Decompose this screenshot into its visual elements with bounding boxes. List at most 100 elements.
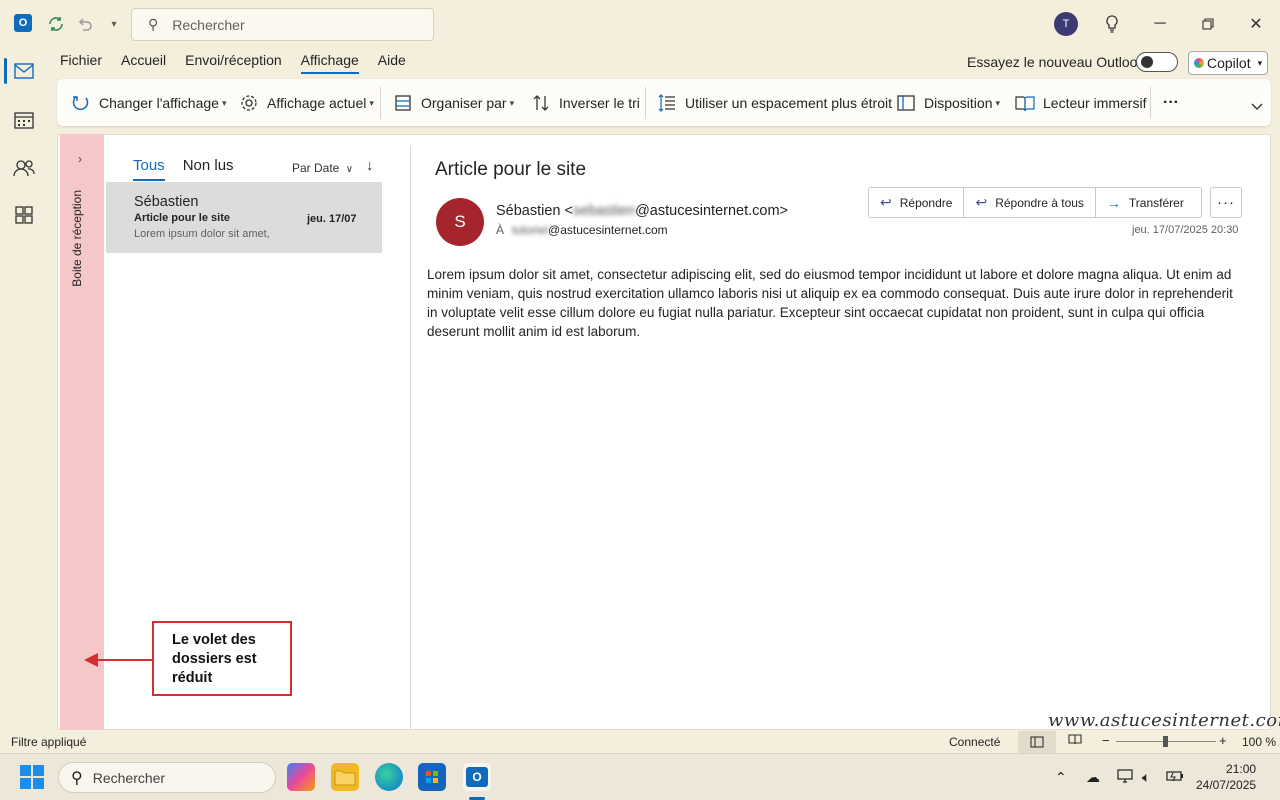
list-item[interactable]: Sébastien Article pour le site jeu. 17/0… xyxy=(106,182,382,253)
filter-status[interactable]: Filtre appliqué xyxy=(11,735,86,749)
edge-browser-icon[interactable] xyxy=(375,763,403,791)
reply-button[interactable]: ↩ Répondre xyxy=(869,188,965,217)
pane-divider[interactable] xyxy=(410,146,411,730)
forward-button[interactable]: → Transférer xyxy=(1096,188,1195,217)
undo-icon[interactable] xyxy=(73,12,97,36)
callout-line: Le volet des xyxy=(172,632,256,648)
current-view-button[interactable]: Affichage actuel ▾ xyxy=(239,91,374,115)
restore-button[interactable] xyxy=(1193,10,1223,38)
reply-all-button[interactable]: ↩ Répondre à tous xyxy=(964,188,1096,217)
file-explorer-icon[interactable] xyxy=(331,763,359,791)
reverse-sort-button[interactable]: Inverser le tri xyxy=(531,91,640,115)
people-icon[interactable] xyxy=(10,154,38,182)
immersive-reader-button[interactable]: Lecteur immersif xyxy=(1015,91,1146,115)
callout-arrow-head xyxy=(84,653,98,667)
more-actions-button[interactable]: ··· xyxy=(1210,187,1242,218)
sync-icon[interactable] xyxy=(44,12,68,36)
layout-button[interactable]: Disposition ▾ xyxy=(896,91,1000,115)
quick-access-dropdown-icon[interactable]: ▾ xyxy=(102,12,126,36)
change-view-button[interactable]: Changer l'affichage ▾ xyxy=(71,91,226,115)
windows-start-icon[interactable] xyxy=(20,765,44,789)
chevron-down-icon: ▾ xyxy=(221,97,227,108)
current-view-label: Affichage actuel xyxy=(267,95,367,111)
zoom-level[interactable]: 100 % xyxy=(1242,735,1276,749)
chevron-up-icon[interactable]: ⌃ xyxy=(1055,769,1067,786)
new-outlook-toggle[interactable] xyxy=(1136,52,1178,72)
normal-view-button[interactable] xyxy=(1018,731,1056,753)
account-avatar[interactable]: T xyxy=(1054,12,1078,36)
reading-view-button[interactable] xyxy=(1068,733,1082,748)
clock-date: 24/07/2025 xyxy=(1196,778,1257,792)
compact-spacing-label: Utiliser un espacement plus étroit xyxy=(685,95,892,111)
tab-aide[interactable]: Aide xyxy=(378,52,406,74)
taskbar-search[interactable]: ⚲ Rechercher xyxy=(58,762,276,793)
tab-all[interactable]: Tous xyxy=(133,157,165,181)
layout-icon xyxy=(896,93,916,113)
onedrive-icon[interactable]: ☁ xyxy=(1086,769,1100,786)
search-placeholder: Rechercher xyxy=(172,16,245,33)
email-body: Lorem ipsum dolor sit amet, consectetur … xyxy=(427,267,1233,339)
tab-accueil[interactable]: Accueil xyxy=(121,52,166,74)
inbox-label-vertical[interactable]: Boite de réception xyxy=(70,190,84,287)
reverse-sort-label: Inverser le tri xyxy=(559,95,640,111)
network-icon[interactable] xyxy=(1117,769,1133,786)
sort-by-date-button[interactable]: Par Date ∨ xyxy=(292,161,353,175)
watermark: www.astucesinternet.com xyxy=(1048,710,1280,731)
copilot-app-icon[interactable] xyxy=(287,763,315,791)
spacing-icon xyxy=(657,93,677,113)
sort-direction-icon[interactable]: ↓ xyxy=(366,157,374,174)
gear-icon xyxy=(239,93,259,113)
compact-spacing-button[interactable]: Utiliser un espacement plus étroit xyxy=(657,91,892,115)
chevron-down-icon: ∨ xyxy=(345,164,354,175)
volume-icon[interactable]: 🔈︎ xyxy=(1142,769,1150,786)
message-date: jeu. 17/07 xyxy=(307,213,357,225)
arrange-icon xyxy=(393,93,413,113)
sort-arrows-icon xyxy=(531,93,551,113)
search-icon: ⚲ xyxy=(71,769,83,787)
minimize-button[interactable]: ─ xyxy=(1145,10,1175,38)
zoom-in-button[interactable]: + xyxy=(1219,733,1227,748)
connection-status: Connecté xyxy=(949,735,1001,749)
immersive-reader-icon xyxy=(1015,93,1035,113)
microsoft-store-icon[interactable] xyxy=(418,763,446,791)
tab-envoi-reception[interactable]: Envoi/réception xyxy=(185,52,282,74)
expand-folder-pane-icon[interactable]: › xyxy=(78,152,82,166)
lightbulb-icon[interactable] xyxy=(1097,10,1127,38)
change-view-label: Changer l'affichage xyxy=(99,95,219,111)
copilot-button[interactable]: Copilot ▾ xyxy=(1188,51,1268,75)
ribbon-expand-icon[interactable] xyxy=(1251,95,1263,119)
tab-fichier[interactable]: Fichier xyxy=(60,52,102,74)
chevron-down-icon: ▾ xyxy=(369,97,374,108)
outlook-taskbar-icon[interactable]: O xyxy=(463,763,491,791)
copilot-icon xyxy=(1194,58,1204,68)
change-view-icon xyxy=(71,93,91,113)
tab-unread[interactable]: Non lus xyxy=(183,157,234,181)
clock-time: 21:00 xyxy=(1226,762,1257,776)
email-from[interactable]: Sébastien <sebastien@astucesinternet.com… xyxy=(496,203,788,219)
sort-label: Par Date xyxy=(292,161,340,175)
tab-affichage[interactable]: Affichage xyxy=(300,52,359,74)
sender-avatar[interactable]: S xyxy=(436,198,484,246)
mail-icon[interactable] xyxy=(10,57,38,85)
from-name: Sébastien < xyxy=(496,203,573,219)
message-preview: Lorem ipsum dolor sit amet, xyxy=(134,228,270,240)
ribbon-more-button[interactable]: ··· xyxy=(1163,91,1179,115)
zoom-slider-thumb[interactable] xyxy=(1163,736,1168,747)
close-button[interactable]: ✕ xyxy=(1241,10,1271,38)
apps-icon[interactable] xyxy=(10,201,38,229)
zoom-out-button[interactable]: − xyxy=(1102,733,1110,748)
to-label: À xyxy=(496,223,505,237)
collapsed-folder-pane[interactable]: › Boite de réception xyxy=(60,134,104,730)
search-input[interactable]: ⚲ Rechercher xyxy=(131,8,434,41)
outlook-app-icon: O xyxy=(14,14,32,32)
email-date: jeu. 17/07/2025 20:30 xyxy=(1132,224,1239,236)
calendar-icon[interactable] xyxy=(10,106,38,134)
status-bar: Filtre appliqué Connecté − + 100 % xyxy=(0,731,1280,753)
arrange-by-button[interactable]: Organiser par ▾ xyxy=(393,91,514,115)
email-to[interactable]: Àtutoriel@astucesinternet.com xyxy=(496,223,668,237)
reply-icon: ↩ xyxy=(880,194,892,210)
ribbon-divider xyxy=(1150,87,1151,119)
battery-icon[interactable] xyxy=(1166,769,1184,785)
menu-bar: Fichier Accueil Envoi/réception Affichag… xyxy=(60,52,425,74)
system-clock[interactable]: 21:00 24/07/2025 xyxy=(1196,761,1257,793)
